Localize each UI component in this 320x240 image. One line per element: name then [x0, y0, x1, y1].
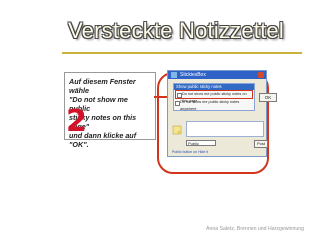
slide-title: Versteckte Notizzettel — [68, 18, 284, 43]
visibility-select[interactable]: Public — [186, 140, 216, 146]
sticky-note-icon — [172, 125, 182, 135]
option-anywhere[interactable]: Do not show me public sticky notes anywh… — [174, 99, 254, 111]
dialog-title: StickiesBox — [180, 72, 206, 78]
hide-link[interactable]: Public button on Hide it — [172, 150, 208, 154]
slide-footer: Anna Saletz, Brennen und Harzgewinnung — [206, 226, 305, 232]
note-text-area[interactable] — [186, 121, 264, 137]
dialog-titlebar: StickiesBox — [168, 71, 266, 79]
dialog-window: StickiesBox Show public sticky notes Do … — [167, 70, 277, 157]
title-underline — [62, 52, 302, 54]
ok-button[interactable]: OK — [259, 93, 277, 102]
post-button[interactable]: Post — [254, 140, 268, 148]
option-this-page[interactable]: Do not show me public sticky notes on th… — [175, 90, 253, 103]
options-panel: Show public sticky notes Do not show me … — [173, 83, 255, 111]
callout-line: "OK". — [69, 140, 89, 149]
slide: Versteckte Notizzettel Auf diesem Fenste… — [0, 0, 320, 240]
close-icon[interactable] — [258, 72, 264, 78]
callout-line: Auf diesem Fenster wähle — [69, 77, 136, 95]
step-number: 2 — [66, 104, 87, 139]
app-icon — [171, 72, 177, 78]
